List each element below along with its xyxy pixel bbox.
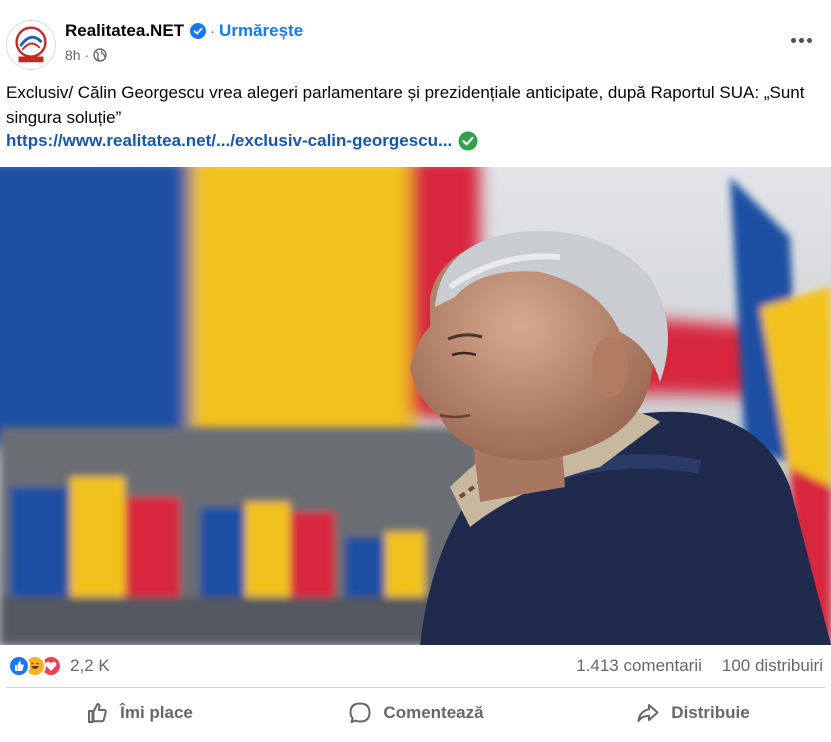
page-avatar[interactable] [6,20,56,70]
meta-separator: · [84,47,90,63]
share-label: Distribuie [671,703,750,722]
reactions-summary[interactable]: 2,2 K [8,655,110,677]
more-options-icon[interactable] [785,26,817,54]
post-stats: 2,2 K 1.413 comentarii 100 distribuiri [0,645,831,687]
shares-count[interactable]: 100 distribuiri [722,656,823,676]
check-circle-icon [458,131,478,151]
name-row: Realitatea.NET · Urmărește [65,20,303,42]
post-link-row: https://www.realitatea.net/.../exclusiv-… [6,129,478,153]
verified-badge-icon [190,23,207,39]
divider [6,687,825,688]
post-image[interactable] [0,167,831,645]
post-header: Realitatea.NET · Urmărește 8h · [0,0,831,72]
post-text: Exclusiv/ Călin Georgescu vrea alegeri p… [6,83,805,127]
like-label: Îmi place [120,703,193,722]
like-button[interactable]: Îmi place [0,690,277,736]
post-time[interactable]: 8h [65,47,81,63]
reaction-count: 2,2 K [70,656,110,675]
share-button[interactable]: Distribuie [554,690,831,736]
thumbs-up-icon [88,703,107,723]
share-icon [637,704,659,722]
follow-button[interactable]: Urmărește [219,21,303,41]
page-name[interactable]: Realitatea.NET [65,21,184,41]
engagement-counts: 1.413 comentarii 100 distribuiri [576,655,823,677]
like-reaction-icon [8,655,30,677]
comment-icon [349,702,371,723]
post-link[interactable]: https://www.realitatea.net/.../exclusiv-… [6,131,452,151]
comment-button[interactable]: Comentează [277,690,554,736]
comments-count[interactable]: 1.413 comentarii [576,656,702,676]
facebook-post: Realitatea.NET · Urmărește 8h · Exclusiv… [0,0,831,742]
post-meta: 8h · [65,46,107,64]
separator-dot: · [210,22,216,40]
comment-label: Comentează [383,703,484,722]
globe-icon [93,48,107,62]
action-bar: Îmi place Comentează Distribuie [0,690,831,736]
